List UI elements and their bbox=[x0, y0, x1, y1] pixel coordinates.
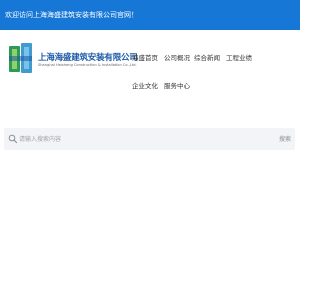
site-logo[interactable]: 上海海盛建筑安装有限公司 Shanghai Haisheng Construct… bbox=[8, 42, 138, 76]
company-english-name: Shanghai Haisheng Construction & Install… bbox=[38, 63, 137, 67]
nav-item-culture[interactable]: 企业文化 bbox=[132, 80, 158, 90]
nav-item-news[interactable]: 综合新闻 bbox=[194, 52, 220, 62]
nav-item-projects[interactable]: 工程业绩 bbox=[226, 52, 252, 62]
company-name: 上海海盛建筑安装有限公司 bbox=[38, 53, 138, 63]
company-logo-icon bbox=[9, 43, 32, 73]
welcome-text: 欢迎访问上海海盛建筑安装有限公司官网！ bbox=[5, 11, 138, 19]
search-bar: 搜索 bbox=[4, 128, 295, 150]
top-welcome-bar: 欢迎访问上海海盛建筑安装有限公司官网！ bbox=[0, 0, 300, 30]
search-input[interactable] bbox=[19, 132, 269, 146]
search-icon bbox=[8, 134, 18, 144]
search-button[interactable]: 搜索 bbox=[279, 134, 291, 143]
nav-item-company-overview[interactable]: 公司概况 bbox=[164, 52, 190, 62]
nav-item-service-center[interactable]: 服务中心 bbox=[164, 80, 190, 90]
nav-item-home[interactable]: 海盛首页 bbox=[132, 52, 158, 62]
